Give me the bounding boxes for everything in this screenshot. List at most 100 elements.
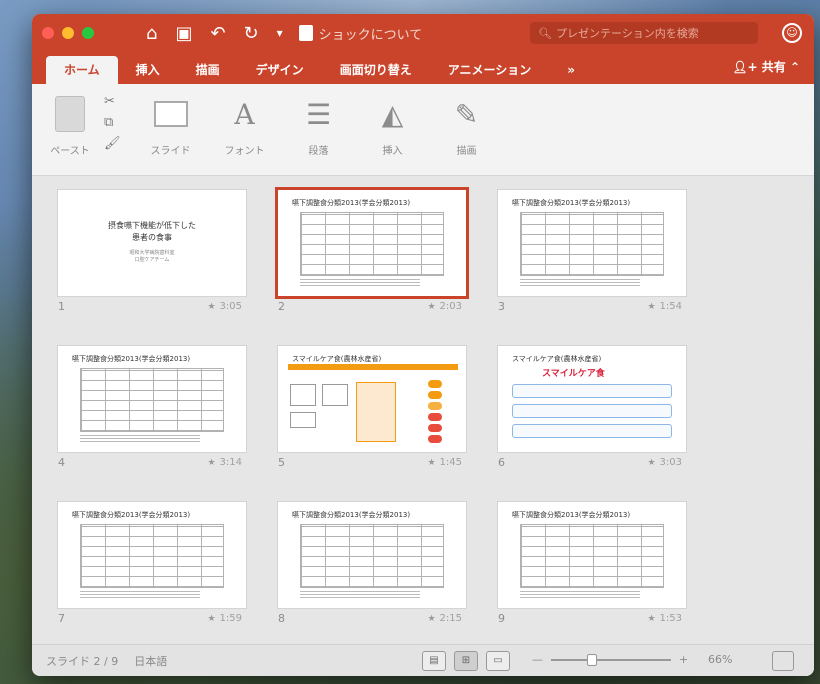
slide-notes-text xyxy=(520,278,640,286)
zoom-out-button[interactable]: — xyxy=(532,653,543,666)
language-indicator[interactable]: 日本語 xyxy=(134,653,167,669)
slide-label: スライド xyxy=(150,146,191,157)
insert-group[interactable]: ◭ 挿入 xyxy=(369,94,417,158)
slide-preview[interactable]: スマイルケア食(農林水産省) xyxy=(278,346,466,452)
slide-number: 9 xyxy=(498,612,505,625)
slide-timing: ★ 3:03 xyxy=(647,457,682,468)
slide-meta: 9 ★ 1:53 xyxy=(494,608,690,625)
slide-preview[interactable]: スマイルケア食(農林水産省) スマイルケア食 xyxy=(498,346,686,452)
slide-meta: 8 ★ 2:15 xyxy=(274,608,470,625)
clipboard-tools: ✂ ⧉ 🖌︎ xyxy=(104,94,121,151)
tab-transitions[interactable]: 画面切り替え xyxy=(322,56,430,84)
search-input[interactable]: 🔍︎ プレゼンテーション内を検索 xyxy=(530,22,758,44)
zoom-percent[interactable]: 66% xyxy=(708,653,732,666)
slide-number: 4 xyxy=(58,456,65,469)
slide-timing: ★ 1:59 xyxy=(207,613,242,624)
slide-preview[interactable]: 嚥下調整食分類2013(学会分類2013) xyxy=(498,502,686,608)
slide-preview[interactable]: 嚥下調整食分類2013(学会分類2013) xyxy=(278,502,466,608)
transition-star-icon: ★ xyxy=(647,613,656,624)
slide-thumbnail-7[interactable]: 嚥下調整食分類2013(学会分類2013) 7 ★ 1:59 xyxy=(54,502,250,652)
transition-star-icon: ★ xyxy=(207,613,216,624)
slide-group[interactable]: スライド xyxy=(147,94,195,157)
status-info: スライド 2 / 9 日本語 xyxy=(46,653,167,669)
account-icon[interactable]: ☺ xyxy=(782,23,802,43)
slide-table xyxy=(300,524,444,588)
format-painter-icon[interactable]: 🖌︎ xyxy=(104,136,121,151)
slide-thumbnail-8[interactable]: 嚥下調整食分類2013(学会分類2013) 8 ★ 2:15 xyxy=(274,502,470,652)
slide-thumbnail-4[interactable]: 嚥下調整食分類2013(学会分類2013) 4 ★ 3:14 xyxy=(54,346,250,496)
reading-view-button[interactable]: ▭ xyxy=(486,651,510,671)
tab-insert[interactable]: 挿入 xyxy=(118,56,178,84)
slide-thumbnail-5[interactable]: スマイルケア食(農林水産省) 5 ★ 1:45 xyxy=(274,346,470,496)
smile-care-category xyxy=(512,404,672,418)
slide-timing: ★ 2:15 xyxy=(427,613,462,624)
font-group[interactable]: A フォント xyxy=(221,94,269,158)
paste-group[interactable]: ペースト xyxy=(46,94,94,157)
search-icon: 🔍︎ xyxy=(538,26,552,40)
slide-number: 2 xyxy=(278,300,285,313)
save-icon[interactable]: ▣ xyxy=(175,23,192,44)
tab-draw[interactable]: 描画 xyxy=(178,56,238,84)
cut-icon[interactable]: ✂ xyxy=(104,94,121,109)
flow-box xyxy=(322,384,348,406)
redo-icon[interactable]: ↻ xyxy=(244,23,259,44)
slide-preview[interactable]: 嚥下調整食分類2013(学会分類2013) xyxy=(58,502,246,608)
zoom-in-button[interactable]: + xyxy=(679,653,688,666)
window-controls xyxy=(42,27,94,39)
tab-animations[interactable]: アニメーション xyxy=(430,56,550,84)
zoom-slider[interactable] xyxy=(551,653,671,666)
slide-thumbnail-2[interactable]: 嚥下調整食分類2013(学会分類2013) 2 ★ 2:03 xyxy=(274,190,470,340)
zoom-knob[interactable] xyxy=(587,653,597,666)
slide-sorter-view-button[interactable]: ⊞ xyxy=(454,651,478,671)
tab-overflow[interactable]: » xyxy=(549,56,593,84)
slide-duration: 3:03 xyxy=(659,457,682,468)
slide-duration: 2:03 xyxy=(439,301,462,312)
slide-sorter: 摂食嚥下機能が低下した 患者の食事 昭和大学病院歯科室 口腔ケアチーム 1 ★ 3:05… xyxy=(32,176,814,644)
draw-group[interactable]: ✎ 描画 xyxy=(443,94,491,158)
slide-table xyxy=(520,212,664,276)
undo-icon[interactable]: ↶ xyxy=(210,23,225,44)
slide-title: 嚥下調整食分類2013(学会分類2013) xyxy=(292,511,411,519)
tab-home[interactable]: ホーム xyxy=(46,56,118,84)
slide-thumbnail-9[interactable]: 嚥下調整食分類2013(学会分類2013) 9 ★ 1:53 xyxy=(494,502,690,652)
slide-notes-text xyxy=(300,278,420,286)
normal-view-button[interactable]: ▤ xyxy=(422,651,446,671)
slide-table xyxy=(300,212,444,276)
customize-icon[interactable]: ▾ xyxy=(277,26,283,40)
transition-star-icon: ★ xyxy=(427,301,436,312)
flow-box xyxy=(290,412,316,428)
fit-to-window-button[interactable] xyxy=(772,651,794,671)
paragraph-group[interactable]: ☰ 段落 xyxy=(295,94,343,158)
slide-thumbnail-1[interactable]: 摂食嚥下機能が低下した 患者の食事 昭和大学病院歯科室 口腔ケアチーム 1 ★ 3:05 xyxy=(54,190,250,340)
flow-level-badge xyxy=(428,424,442,432)
slide-preview[interactable]: 嚥下調整食分類2013(学会分類2013) xyxy=(58,346,246,452)
close-window-button[interactable] xyxy=(42,27,54,39)
slide-thumbnail-6[interactable]: スマイルケア食(農林水産省) スマイルケア食 6 ★ 3:03 xyxy=(494,346,690,496)
flow-level-badge xyxy=(428,391,442,399)
slide-title: スマイルケア食(農林水産省) xyxy=(512,355,602,363)
slide-thumbnail-3[interactable]: 嚥下調整食分類2013(学会分類2013) 3 ★ 1:54 xyxy=(494,190,690,340)
tab-design[interactable]: デザイン xyxy=(238,56,322,84)
slide-counter: スライド 2 / 9 xyxy=(46,654,119,668)
minimize-window-button[interactable] xyxy=(62,27,74,39)
maximize-window-button[interactable] xyxy=(82,27,94,39)
slide-timing: ★ 1:53 xyxy=(647,613,682,624)
slide-preview[interactable]: 摂食嚥下機能が低下した 患者の食事 昭和大学病院歯科室 口腔ケアチーム xyxy=(58,190,246,296)
slide-preview[interactable]: 嚥下調整食分類2013(学会分類2013) xyxy=(278,190,466,296)
share-button[interactable]: 👤︎+ 共有 ⌃ xyxy=(732,58,800,75)
transition-star-icon: ★ xyxy=(647,457,656,468)
slide-preview[interactable]: 嚥下調整食分類2013(学会分類2013) xyxy=(498,190,686,296)
collapse-ribbon-icon[interactable]: ⌃ xyxy=(790,60,800,74)
slide-meta: 7 ★ 1:59 xyxy=(54,608,250,625)
copy-icon[interactable]: ⧉ xyxy=(104,115,121,130)
slide-timing: ★ 3:14 xyxy=(207,457,242,468)
slide-duration: 1:59 xyxy=(219,613,242,624)
home-icon[interactable]: ⌂ xyxy=(146,23,157,44)
paragraph-label: 段落 xyxy=(308,146,329,157)
search-placeholder: プレゼンテーション内を検索 xyxy=(555,27,699,40)
paste-label: ペースト xyxy=(50,146,90,157)
slide-duration: 3:05 xyxy=(219,301,242,312)
font-label: フォント xyxy=(224,146,265,157)
slide-number: 1 xyxy=(58,300,65,313)
slide-notes-text xyxy=(80,590,200,598)
